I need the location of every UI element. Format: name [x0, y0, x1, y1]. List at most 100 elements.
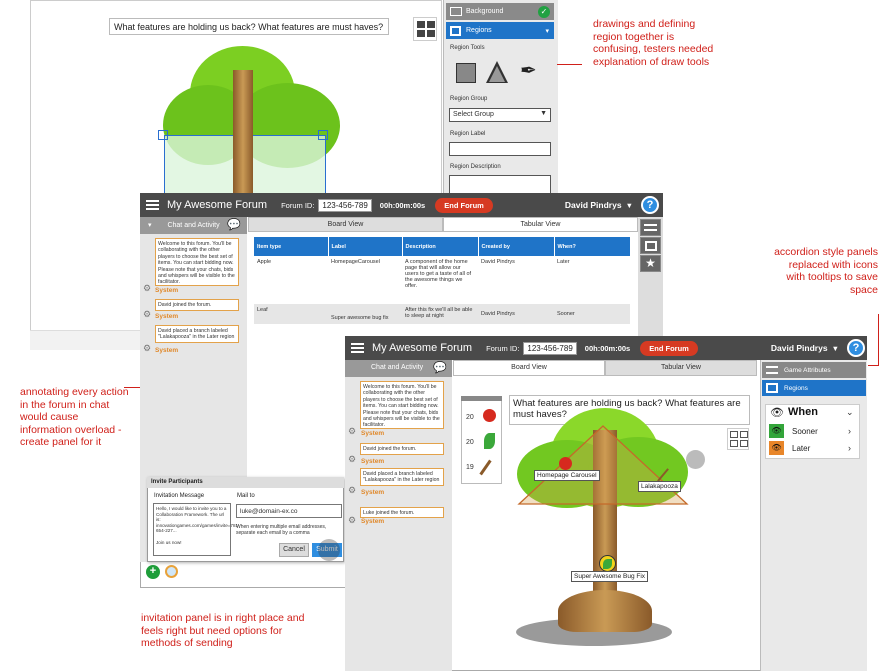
cell: Later: [557, 259, 570, 265]
cell: Apple: [257, 259, 272, 265]
badge-icon[interactable]: [165, 565, 178, 578]
tab-board-view[interactable]: Board View: [453, 360, 605, 376]
tab-board-view[interactable]: Board View: [248, 217, 443, 232]
column-header[interactable]: When?: [554, 237, 630, 256]
region-label-input[interactable]: [449, 142, 551, 156]
chevron-down-icon[interactable]: ▼: [626, 201, 633, 210]
background-label: Background: [466, 8, 504, 15]
game-attributes-row[interactable]: Game Attributes: [762, 362, 866, 378]
chevron-right-icon[interactable]: ›: [848, 426, 851, 436]
pen-tool-icon[interactable]: ✒: [520, 58, 537, 83]
grid-icon: [450, 25, 461, 36]
tree-item-label[interactable]: Homepage Carousel: [534, 470, 600, 481]
table-row[interactable]: Apple HomepageCarousel A component of th…: [254, 256, 630, 304]
invite-message-text: Hello, I would like to invite you to a C…: [156, 506, 240, 534]
palette-count: 20: [466, 414, 474, 421]
grid-view-icon[interactable]: [413, 17, 437, 41]
region-description-input[interactable]: [449, 175, 551, 195]
invite-message-label: Invitation Message: [154, 493, 205, 499]
help-icon[interactable]: ?: [847, 339, 865, 357]
column-header[interactable]: Description: [402, 237, 479, 256]
end-forum-button[interactable]: End Forum: [435, 197, 493, 213]
gear-icon: ⚙: [348, 426, 357, 436]
palette-header: [461, 396, 502, 401]
column-header[interactable]: Created by: [478, 237, 555, 256]
palette-count: 20: [466, 439, 474, 446]
cursor-dot: [318, 539, 340, 561]
menu-icon[interactable]: [146, 200, 159, 210]
forum1-user[interactable]: David Pindrys: [565, 200, 622, 210]
forum1-chat-header[interactable]: ▾ Chat and Activity 💬: [140, 217, 247, 234]
sooner-eye-icon[interactable]: 👁: [769, 424, 784, 438]
triangle-tool-inner: [489, 66, 505, 82]
region-tools-label: Region Tools: [450, 45, 485, 51]
tree-item-label[interactable]: Super Awesome Bug Fix: [571, 571, 649, 582]
leaf-icon[interactable]: [484, 433, 495, 449]
chevron-down-icon[interactable]: ⌄: [846, 407, 854, 418]
invite-message-field[interactable]: Hello, I would like to invite you to a C…: [153, 503, 240, 556]
chevron-down-icon: ▾: [545, 27, 549, 35]
tab-tabular-view[interactable]: Tabular View: [443, 217, 638, 232]
chevron-down-icon[interactable]: ▼: [832, 344, 839, 353]
palette-count: 19: [466, 464, 474, 471]
region-group-select[interactable]: Select Group ▼: [449, 108, 551, 122]
tree-root: [558, 590, 652, 632]
invite-join-text: Join us now!: [156, 539, 182, 545]
invite-mail-label: Mail to: [237, 493, 255, 499]
cancel-button[interactable]: Cancel: [279, 543, 309, 557]
help-icon[interactable]: ?: [641, 196, 659, 214]
forum1-id[interactable]: 123-456-789: [318, 198, 372, 212]
square-tool-icon[interactable]: [456, 63, 476, 83]
back-board-question[interactable]: What features are holding us back? What …: [109, 18, 389, 35]
region-group-label: Region Group: [450, 96, 488, 102]
select-group-value: Select Group: [453, 111, 494, 118]
leaf-marker-icon[interactable]: [599, 555, 616, 572]
star-icon[interactable]: ★: [640, 255, 661, 272]
back-tree-trunk: [233, 70, 253, 195]
region-triangle[interactable]: [517, 424, 689, 506]
table-row[interactable]: Leaf Super awesome bug fix After this fi…: [254, 304, 630, 324]
forum1-tabs: Board View Tabular View: [248, 217, 638, 232]
tree-item-label[interactable]: Lalakapooza: [638, 481, 681, 492]
list-icon[interactable]: [640, 219, 661, 236]
annotation-draw-tools: drawings and defining region together is…: [593, 18, 714, 68]
mail-to-input[interactable]: luke@domain-ex.co: [236, 504, 342, 518]
grid-view-icon[interactable]: [727, 428, 749, 450]
cell: A component of the home page that will a…: [405, 259, 472, 289]
forum2-user[interactable]: David Pindrys: [771, 343, 828, 353]
forum2-id[interactable]: 123-456-789: [523, 341, 577, 355]
chevron-right-icon[interactable]: ›: [848, 443, 851, 453]
apple-icon[interactable]: [483, 409, 496, 422]
regions-label: Regions: [784, 384, 808, 392]
chat-message: David joined the forum.: [155, 299, 239, 311]
forum2-id-label: Forum ID:: [486, 343, 520, 353]
system-label: System: [155, 287, 179, 294]
forum2-chat-header[interactable]: Chat and Activity 💬: [345, 360, 452, 377]
later-label[interactable]: Later: [792, 444, 810, 453]
tab-tabular-view[interactable]: Tabular View: [605, 360, 757, 376]
column-header[interactable]: Label: [328, 237, 403, 256]
end-forum-button[interactable]: End Forum: [640, 340, 698, 356]
forum2-tabs: Board View Tabular View: [453, 360, 757, 376]
system-label: System: [361, 518, 385, 525]
regions-row[interactable]: Regions: [762, 380, 866, 396]
forum1-timer: 00h:00m:00s: [379, 200, 426, 210]
system-label: System: [155, 347, 179, 354]
apple-marker-icon[interactable]: [559, 457, 572, 470]
selection-handle[interactable]: [158, 130, 168, 140]
background-row[interactable]: Background ✓: [446, 3, 554, 20]
check-icon: ✓: [538, 5, 550, 18]
menu-icon[interactable]: [351, 343, 364, 353]
cell: David Pindrys: [481, 311, 515, 317]
forum2-timer: 00h:00m:00s: [584, 343, 631, 353]
later-eye-icon[interactable]: 👁: [769, 441, 784, 455]
selection-handle[interactable]: [318, 130, 328, 140]
column-header[interactable]: Item type: [254, 237, 329, 256]
sooner-label[interactable]: Sooner: [792, 427, 818, 436]
regions-row[interactable]: Regions ▾: [446, 22, 554, 39]
add-icon[interactable]: +: [146, 565, 160, 579]
cell: After this fix we'll all be able to slee…: [405, 307, 473, 319]
grid-icon[interactable]: [640, 237, 661, 254]
forum1-id-label: Forum ID:: [281, 200, 315, 210]
game-attributes-label: Game Attributes: [784, 366, 831, 374]
